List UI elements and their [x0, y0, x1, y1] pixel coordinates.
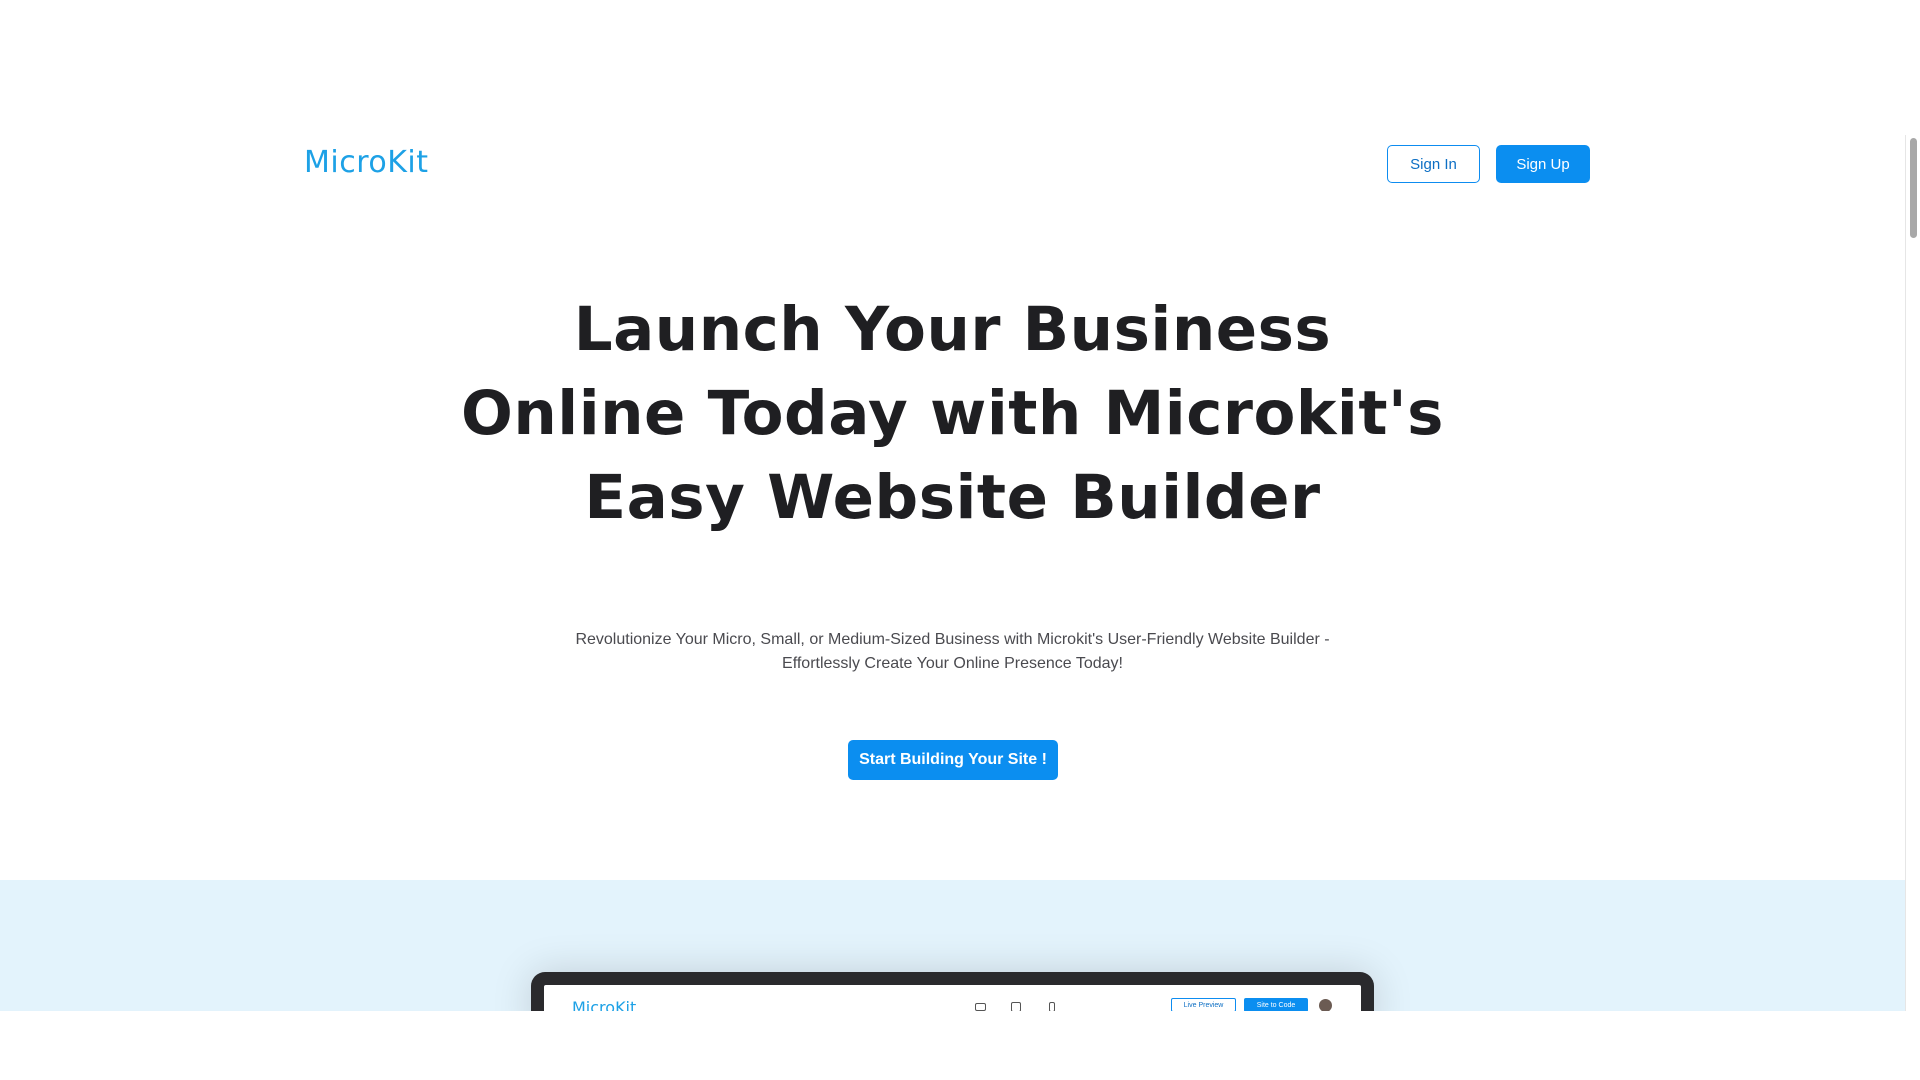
browser-viewport: MicroKit Sign In Sign Up Launch Your Bus…: [0, 0, 1920, 1011]
product-showcase: MicroKit Live Preview Site to Code: [0, 880, 1905, 1011]
vertical-scrollbar[interactable]: [1905, 135, 1920, 1011]
scrollbar-thumb[interactable]: [1910, 138, 1917, 238]
preview-logo: MicroKit: [572, 998, 637, 1011]
site-to-code-button: Site to Code: [1244, 998, 1308, 1011]
avatar: [1319, 999, 1332, 1011]
laptop-screen-preview: MicroKit Live Preview Site to Code: [544, 985, 1361, 1011]
live-preview-button: Live Preview: [1171, 998, 1236, 1011]
landing-page: MicroKit Sign In Sign Up Launch Your Bus…: [0, 0, 1905, 1011]
tablet-icon: [1011, 1002, 1021, 1011]
hero-subtitle: Revolutionize Your Micro, Small, or Medi…: [575, 631, 1330, 672]
mobile-icon: [1049, 1002, 1055, 1011]
sign-up-button[interactable]: Sign Up: [1496, 145, 1590, 183]
sign-in-button[interactable]: Sign In: [1387, 145, 1480, 183]
desktop-icon: [975, 1003, 986, 1011]
bottom-blank-area: [0, 1011, 1920, 1080]
site-logo[interactable]: MicroKit: [304, 145, 429, 180]
hero-title: Launch Your Business Online Today with M…: [461, 294, 1444, 533]
start-building-button[interactable]: Start Building Your Site !: [848, 740, 1058, 780]
laptop-mockup: MicroKit Live Preview Site to Code: [531, 972, 1374, 1011]
